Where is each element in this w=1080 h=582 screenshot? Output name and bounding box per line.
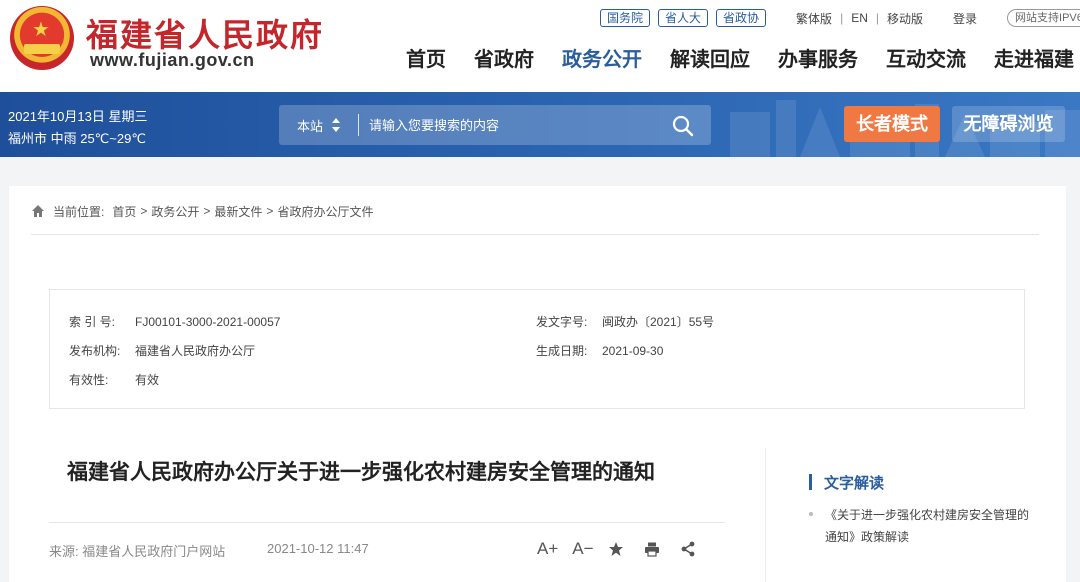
main-nav: 首页 省政府 政务公开 解读回应 办事服务 互动交流 走进福建 xyxy=(406,46,1074,74)
document-metadata: 索 引 号: FJ00101-3000-2021-00057 发文字号: 闽政办〔2… xyxy=(49,289,1025,409)
login-link[interactable]: 登录 xyxy=(953,10,977,27)
divider xyxy=(31,234,1039,235)
accessibility-button[interactable]: 无障碍浏览 xyxy=(952,106,1065,142)
home-icon xyxy=(32,205,44,217)
current-date: 2021年10月13日 星期三 xyxy=(8,109,148,124)
breadcrumb-office-files[interactable]: 省政府办公厅文件 xyxy=(277,203,373,220)
national-emblem-icon[interactable]: ★ xyxy=(10,6,74,70)
interpretation-heading: 文字解读 xyxy=(809,472,884,493)
star-icon[interactable] xyxy=(608,541,624,557)
content-card: 当前位置: 首页 > 政务公开 > 最新文件 > 省政府办公厅文件 索 引 号:… xyxy=(9,186,1066,582)
document-number-label: 发文字号: xyxy=(536,315,588,329)
english-link[interactable]: EN xyxy=(851,11,868,25)
validity-label: 有效性: xyxy=(69,373,109,387)
generation-date-row: 生成日期: 2021-09-30 xyxy=(536,342,663,359)
breadcrumb-government-affairs[interactable]: 政务公开 xyxy=(151,203,199,220)
provincial-congress-link[interactable]: 省人大 xyxy=(658,9,709,27)
nav-government-affairs[interactable]: 政务公开 xyxy=(562,46,642,74)
share-icon[interactable] xyxy=(680,541,696,557)
nav-home[interactable]: 首页 xyxy=(406,46,446,74)
nav-provincial-government[interactable]: 省政府 xyxy=(474,46,534,74)
weather-info: 福州市 中雨 25℃~29℃ xyxy=(8,131,146,146)
publish-time: 2021-10-12 11:47 xyxy=(267,541,369,556)
index-number-value: FJ00101-3000-2021-00057 xyxy=(135,315,281,329)
divider xyxy=(49,522,725,523)
document-number-row: 发文字号: 闽政办〔2021〕55号 xyxy=(536,313,714,330)
search-icon[interactable] xyxy=(671,114,695,138)
document-title: 福建省人民政府办公厅关于进一步强化农村建房安全管理的通知 xyxy=(67,461,655,484)
cppcc-link[interactable]: 省政协 xyxy=(716,9,767,27)
up-down-arrow-icon[interactable] xyxy=(331,117,341,133)
generation-date-label: 生成日期: xyxy=(536,344,588,358)
state-council-link[interactable]: 国务院 xyxy=(600,9,651,27)
breadcrumb-latest-files[interactable]: 最新文件 xyxy=(214,203,262,220)
mobile-version-link[interactable]: 移动版 xyxy=(887,10,923,27)
divider xyxy=(358,114,359,136)
elder-mode-button[interactable]: 长者模式 xyxy=(844,106,940,142)
nav-about-fujian[interactable]: 走进福建 xyxy=(994,46,1074,74)
nav-services[interactable]: 办事服务 xyxy=(778,46,858,74)
nav-interaction[interactable]: 互动交流 xyxy=(886,46,966,74)
issuer-value: 福建省人民政府办公厅 xyxy=(135,344,256,358)
index-number-label: 索 引 号: xyxy=(69,315,116,329)
nav-interpretation[interactable]: 解读回应 xyxy=(670,46,750,74)
search-bar: 本站 xyxy=(279,105,711,145)
article-tools: A+ A− xyxy=(537,538,696,560)
index-number-row: 索 引 号: FJ00101-3000-2021-00057 xyxy=(69,313,280,330)
font-smaller-button[interactable]: A− xyxy=(572,538,593,560)
separator: | xyxy=(840,11,844,25)
breadcrumb-separator: > xyxy=(203,204,211,218)
divider xyxy=(765,448,766,582)
print-icon[interactable] xyxy=(644,541,660,557)
site-url[interactable]: www.fujian.gov.cn xyxy=(90,50,255,71)
issuer-label: 发布机构: xyxy=(69,344,121,358)
top-header: ★ 福建省人民政府 www.fujian.gov.cn 国务院 省人大 省政协 … xyxy=(0,0,1080,92)
breadcrumb-home[interactable]: 首页 xyxy=(112,203,136,220)
breadcrumb-separator: > xyxy=(140,204,148,218)
font-larger-button[interactable]: A+ xyxy=(537,538,558,560)
ipv6-badge: 网站支持IPV6 xyxy=(1007,9,1080,27)
traditional-chinese-link[interactable]: 繁体版 xyxy=(796,10,832,27)
document-source: 来源: 福建省人民政府门户网站 xyxy=(49,544,226,559)
breadcrumb: 当前位置: 首页 > 政务公开 > 最新文件 > 省政府办公厅文件 xyxy=(31,203,373,219)
breadcrumb-separator: > xyxy=(266,204,274,218)
validity-row: 有效性: 有效 xyxy=(69,371,159,388)
search-scope-select[interactable]: 本站 xyxy=(297,116,323,135)
validity-value: 有效 xyxy=(135,373,160,387)
separator: | xyxy=(875,11,879,25)
issuer-row: 发布机构: 福建省人民政府办公厅 xyxy=(69,342,255,359)
search-input[interactable] xyxy=(369,114,659,136)
generation-date-value: 2021-09-30 xyxy=(602,344,664,358)
policy-interpretation-link[interactable]: 《关于进一步强化农村建房安全管理的通知》政策解读 xyxy=(809,504,1031,548)
info-search-band: 2021年10月13日 星期三 福州市 中雨 25℃~29℃ 本站 长者模式 无… xyxy=(0,92,1080,157)
document-number-value: 闽政办〔2021〕55号 xyxy=(602,315,715,329)
top-links: 国务院 省人大 省政协 繁体版 | EN | 移动版 登录 网站支持IPV6 xyxy=(600,8,1080,28)
breadcrumb-prefix: 当前位置: xyxy=(53,204,105,219)
